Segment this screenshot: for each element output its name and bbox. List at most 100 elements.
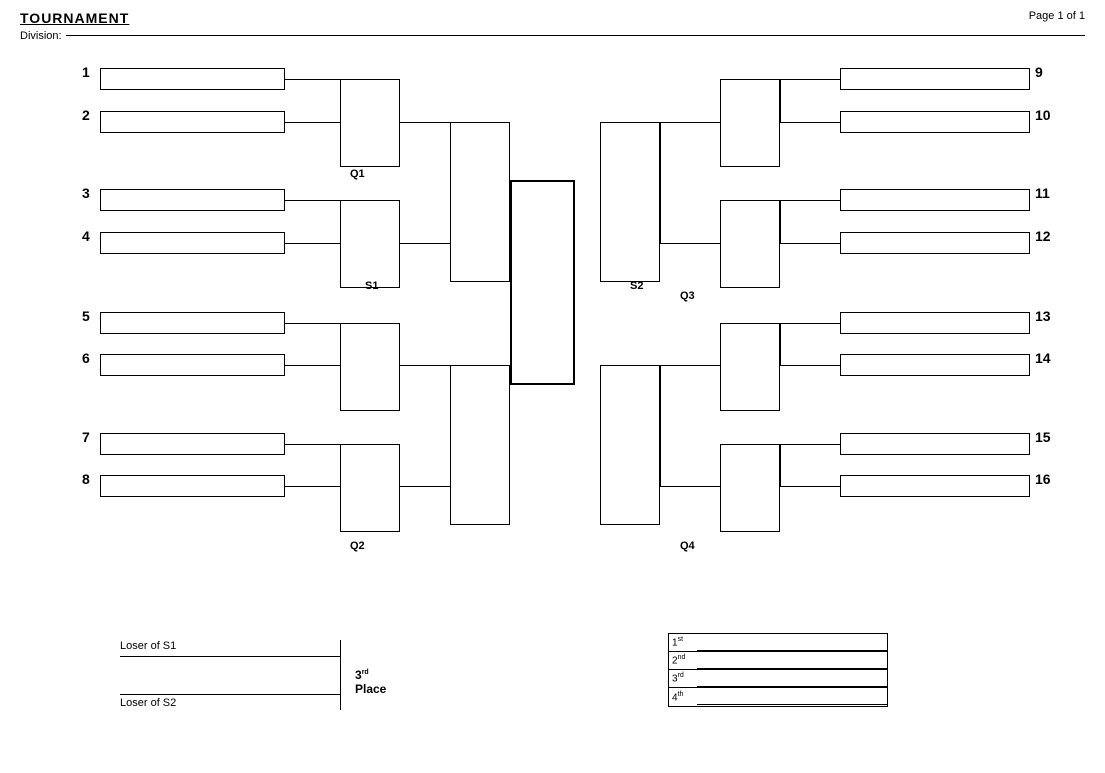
entry-2[interactable] xyxy=(100,111,285,133)
line-q2-s1-lower xyxy=(400,486,450,487)
line-v-s2-lower xyxy=(660,365,661,486)
q1-label: Q1 xyxy=(350,168,365,180)
championship-box xyxy=(510,180,575,385)
seed-12: 12 xyxy=(1035,228,1051,244)
entry-10[interactable] xyxy=(840,111,1030,133)
q3-box-upper xyxy=(720,79,780,167)
line-q1-s1-lower xyxy=(400,243,450,244)
line-v-1112 xyxy=(780,200,781,243)
loser-s2-label: Loser of S2 xyxy=(120,697,176,709)
entry-12[interactable] xyxy=(840,232,1030,254)
line-q4-s2-upper xyxy=(660,365,720,366)
division-underline xyxy=(66,35,1085,36)
third-place-label: 3rd Place xyxy=(355,668,386,696)
seed-15: 15 xyxy=(1035,429,1051,445)
seed-8: 8 xyxy=(82,471,90,487)
seed-11: 11 xyxy=(1035,185,1050,201)
line-q2-s1-upper xyxy=(400,365,450,366)
line-16-q4 xyxy=(780,486,840,487)
entry-14[interactable] xyxy=(840,354,1030,376)
line-v-910 xyxy=(780,79,781,122)
s2-upper-box xyxy=(600,122,660,282)
line-v-s2-upper xyxy=(660,122,661,243)
bracket-container: 1 2 3 4 5 6 7 8 Q1 xyxy=(20,50,1085,650)
place-4-line xyxy=(697,689,887,705)
result-row-4: 4th xyxy=(669,688,887,706)
third-place-sup: rd xyxy=(362,669,369,676)
line-15-q4 xyxy=(780,444,840,445)
q3-box-lower xyxy=(720,200,780,288)
seed-14: 14 xyxy=(1035,350,1051,366)
entry-7[interactable] xyxy=(100,433,285,455)
result-row-1: 1st xyxy=(669,634,887,652)
place-1-line xyxy=(697,635,887,651)
seed-7: 7 xyxy=(82,429,90,445)
entry-16[interactable] xyxy=(840,475,1030,497)
line-q3-s2-upper xyxy=(660,122,720,123)
seed-4: 4 xyxy=(82,228,90,244)
q4-box-upper xyxy=(720,323,780,411)
line-14-q4 xyxy=(780,365,840,366)
place-2-line xyxy=(697,653,887,669)
line-12-q3 xyxy=(780,243,840,244)
place-3-label: 3rd xyxy=(669,672,697,684)
entry-13[interactable] xyxy=(840,312,1030,334)
entry-15[interactable] xyxy=(840,433,1030,455)
header: TOURNAMENT Page 1 of 1 xyxy=(20,10,1085,26)
q3-label: Q3 xyxy=(680,290,695,302)
q2-label: Q2 xyxy=(350,540,365,552)
line-5-q2 xyxy=(285,323,340,324)
seed-2: 2 xyxy=(82,107,90,123)
place-2-label: 2nd xyxy=(669,654,697,666)
seed-16: 16 xyxy=(1035,471,1051,487)
page-info: Page 1 of 1 xyxy=(1029,10,1085,22)
seed-9: 9 xyxy=(1035,64,1043,80)
s1-lower-box xyxy=(450,365,510,525)
entry-6[interactable] xyxy=(100,354,285,376)
division-label: Division: xyxy=(20,30,62,42)
q1-box xyxy=(340,79,400,167)
results-table: 1st 2nd 3rd 4th xyxy=(668,633,888,707)
line-9-q3 xyxy=(780,79,840,80)
q2-box-lower xyxy=(340,444,400,532)
line-3-q1 xyxy=(285,200,340,201)
line-10-q3 xyxy=(780,122,840,123)
seed-3: 3 xyxy=(82,185,90,201)
tp-bracket-right xyxy=(340,640,341,710)
line-6-q2 xyxy=(285,365,340,366)
result-row-3: 3rd xyxy=(669,670,887,688)
entry-5[interactable] xyxy=(100,312,285,334)
s2-lower-box xyxy=(600,365,660,525)
result-row-2: 2nd xyxy=(669,652,887,670)
line-7-q2 xyxy=(285,444,340,445)
line-2-q1 xyxy=(285,122,340,123)
q1-box-lower xyxy=(340,200,400,288)
loser-s2-container: Loser of S2 xyxy=(120,694,340,709)
q2-box-upper xyxy=(340,323,400,411)
line-4-q1 xyxy=(285,243,340,244)
line-13-q4 xyxy=(780,323,840,324)
loser-s2-line xyxy=(120,694,340,695)
place-3-line xyxy=(697,671,887,687)
q4-label: Q4 xyxy=(680,540,695,552)
entry-3[interactable] xyxy=(100,189,285,211)
entry-8[interactable] xyxy=(100,475,285,497)
q4-box-lower xyxy=(720,444,780,532)
tournament-page: TOURNAMENT Page 1 of 1 Division: 1 2 3 4… xyxy=(0,0,1105,773)
loser-s1-label: Loser of S1 xyxy=(120,640,176,652)
line-q1-s1-upper xyxy=(400,122,450,123)
seed-6: 6 xyxy=(82,350,90,366)
seed-1: 1 xyxy=(82,64,90,80)
seed-5: 5 xyxy=(82,308,90,324)
division-line: Division: xyxy=(20,30,1085,42)
entry-11[interactable] xyxy=(840,189,1030,211)
place-4-label: 4th xyxy=(669,691,697,703)
s1-box xyxy=(450,122,510,282)
entry-4[interactable] xyxy=(100,232,285,254)
line-v-1516 xyxy=(780,444,781,486)
line-8-q2 xyxy=(285,486,340,487)
line-q3-s2-lower xyxy=(660,243,720,244)
entry-1[interactable] xyxy=(100,68,285,90)
line-v-1314 xyxy=(780,323,781,365)
entry-9[interactable] xyxy=(840,68,1030,90)
